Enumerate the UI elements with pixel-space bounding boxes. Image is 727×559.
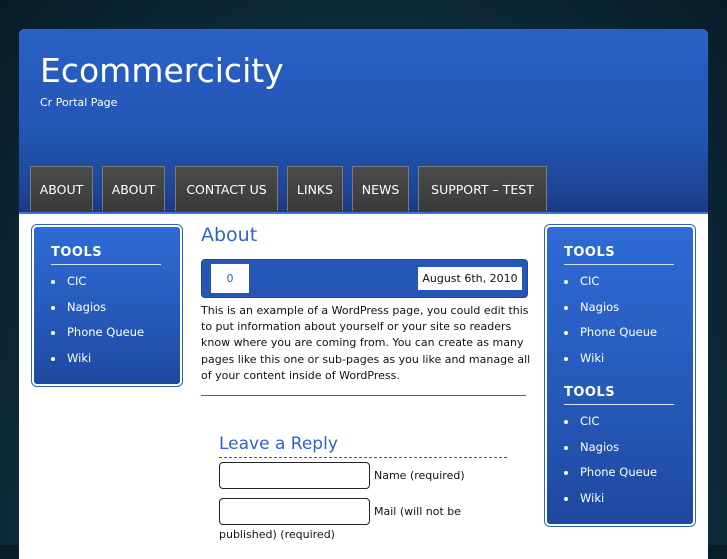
site-tagline: Cr Portal Page [40,96,118,109]
tools-link-cic[interactable]: CIC [564,413,674,439]
tools-link-nagios[interactable]: Nagios [564,439,674,465]
post-body: This is an example of a WordPress page, … [201,304,531,382]
tools-link-phone-queue[interactable]: Phone Queue [564,464,674,490]
right-sidebar: TOOLS CIC Nagios Phone Queue Wiki TOOLS … [544,224,696,527]
tools-list: CIC Nagios Phone Queue Wiki [564,273,674,375]
page-container: Ecommercicity Cr Portal Page About About… [19,29,708,559]
comment-count-badge[interactable]: 0 [211,264,249,293]
tools-link-wiki[interactable]: Wiki [564,350,674,376]
post-title[interactable]: About [201,224,257,246]
tools-list: CIC Nagios Phone Queue Wiki [51,273,161,375]
tools-link-wiki[interactable]: Wiki [564,490,674,516]
post-meta-bar: 0 August 6th, 2010 [201,259,528,298]
reply-divider [219,457,507,458]
leave-reply-title: Leave a Reply [219,434,338,454]
mail-field[interactable] [219,498,370,525]
widget-title: TOOLS [564,385,674,405]
nav-item-support-test[interactable]: Support – Test [418,166,547,211]
left-sidebar: TOOLS CIC Nagios Phone Queue Wiki [31,224,183,387]
tools-link-phone-queue[interactable]: Phone Queue [564,324,674,350]
post-date: August 6th, 2010 [418,267,522,290]
site-title[interactable]: Ecommercicity [40,51,284,90]
tools-list: CIC Nagios Phone Queue Wiki [564,413,674,515]
tools-link-cic[interactable]: CIC [564,273,674,299]
mail-label: Mail (will not be [374,505,462,518]
nav-item-about-2[interactable]: About [102,166,165,211]
widget-title: TOOLS [564,245,674,265]
tools-widget: TOOLS CIC Nagios Phone Queue Wiki [51,245,161,375]
tools-link-wiki[interactable]: Wiki [51,350,161,376]
post-divider [201,395,526,396]
tools-link-nagios[interactable]: Nagios [564,299,674,325]
name-label: Name (required) [374,469,465,482]
tools-widget-2: TOOLS CIC Nagios Phone Queue Wiki [564,385,674,515]
nav-item-links[interactable]: Links [287,166,343,211]
mail-label-continued: published) (required) [219,528,335,541]
nav-item-contact-us[interactable]: Contact Us [175,166,278,211]
tools-widget: TOOLS CIC Nagios Phone Queue Wiki [564,245,674,375]
tools-link-nagios[interactable]: Nagios [51,299,161,325]
widget-title: TOOLS [51,245,161,265]
tools-link-cic[interactable]: CIC [51,273,161,299]
nav-item-news[interactable]: News [352,166,409,211]
nav-item-about[interactable]: About [30,166,93,211]
tools-link-phone-queue[interactable]: Phone Queue [51,324,161,350]
name-field[interactable] [219,462,370,489]
